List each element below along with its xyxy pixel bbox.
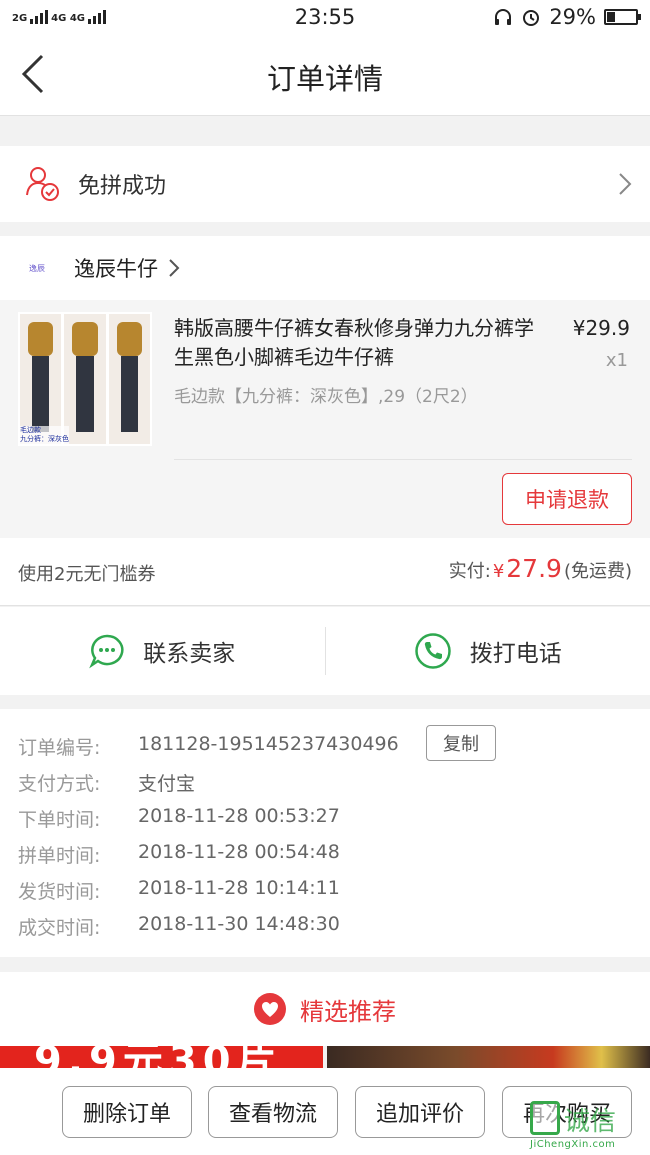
chevron-right-icon [619,173,632,195]
view-logistics-button[interactable]: 查看物流 [208,1086,338,1138]
info-key: 支付方式: [18,773,101,795]
refund-button[interactable]: 申请退款 [502,473,632,525]
status-bar: 2G 4G 4G 23:55 29% [0,0,650,34]
product-title: 韩版高腰牛仔裤女春秋修身弹力九分裤学生黑色小脚裤毛边牛仔裤 [174,316,534,369]
info-row: 发货时间: 2018-11-28 10:14:11 [0,871,650,907]
banner-text: 9.9元30片 [34,1046,283,1068]
recommend-banner[interactable]: 9.9元30片 [0,1046,323,1068]
delete-order-button[interactable]: 删除订单 [62,1086,192,1138]
info-row: 下单时间: 2018-11-28 00:53:27 [0,799,650,835]
divider [174,459,632,460]
chevron-right-icon [169,259,180,277]
info-key: 拼单时间: [18,845,101,867]
network-2g-label: 2G [12,13,28,24]
copy-button[interactable]: 复制 [426,725,496,761]
contact-seller-label: 联系卖家 [143,641,236,667]
info-value: 2018-11-28 00:53:27 [138,805,340,827]
bottom-action-bar: 删除订单 查看物流 追加评价 再次购买 [0,1068,650,1155]
coupon-text: 使用2元无门槛券 [18,564,156,585]
paid-amount: 实付: ¥ 27.9 (免运费) [449,554,632,583]
order-status-row[interactable]: 免拼成功 [0,146,650,222]
product-item[interactable]: 毛边款 九分裤：深灰色 韩版高腰牛仔裤女春秋修身弹力九分裤学生黑色小脚裤毛边牛仔裤… [0,300,650,538]
signal-icon-2 [88,10,106,24]
recommend-header: 精选推荐 [0,972,650,1046]
chat-icon [89,634,124,669]
buy-again-button[interactable]: 再次购买 [502,1086,632,1138]
signal-icon [30,10,49,24]
group-success-icon [26,167,59,201]
info-row: 订单编号: 181128-195145237430496 复制 [0,725,650,763]
shop-row[interactable]: 逸辰 逸辰牛仔 [0,236,650,300]
paid-value: 27.9 [506,554,562,583]
recommend-banner-image[interactable] [327,1046,650,1068]
info-value: 2018-11-28 00:54:48 [138,841,340,863]
payment-summary: 使用2元无门槛券 实付: ¥ 27.9 (免运费) [0,538,650,606]
info-key: 成交时间: [18,917,101,939]
info-value: 支付宝 [138,773,196,795]
heart-icon [254,993,286,1025]
order-info: 订单编号: 181128-195145237430496 复制 支付方式: 支付… [0,709,650,957]
signal-area: 2G 4G 4G [12,10,106,24]
product-price: ¥29.9 [572,316,630,340]
shipping-note: (免运费) [563,561,632,582]
recommend-banners[interactable]: 9.9元30片 [0,1046,650,1068]
phone-icon [415,633,451,669]
page-title: 订单详情 [266,62,383,96]
add-review-button[interactable]: 追加评价 [355,1086,485,1138]
battery-icon [604,9,641,25]
info-key: 发货时间: [18,881,101,903]
product-quantity: x1 [605,350,628,371]
call-button[interactable]: 拨打电话 [326,607,650,695]
contact-row: 联系卖家 拨打电话 [0,607,650,695]
headphone-icon [495,9,512,25]
info-row: 拼单时间: 2018-11-28 00:54:48 [0,835,650,871]
product-spec: 毛边款【九分裤：深灰色】,29（2尺2） [174,387,478,407]
contact-seller-button[interactable]: 联系卖家 [0,607,325,695]
call-label: 拨打电话 [469,641,562,667]
thumbnail-caption: 毛边款 九分裤：深灰色 [20,426,69,444]
header: 订单详情 [0,34,650,116]
info-row: 成交时间: 2018-11-30 14:48:30 [0,907,650,943]
product-thumbnail[interactable]: 毛边款 九分裤：深灰色 [18,312,152,446]
info-value: 2018-11-28 10:14:11 [138,877,340,899]
info-key: 下单时间: [18,809,101,831]
order-status-text: 免拼成功 [78,174,167,199]
paid-label: 实付: [448,561,491,582]
info-value: 2018-11-30 14:48:30 [138,913,340,935]
info-key: 订单编号: [18,737,101,759]
shop-logo: 逸辰 [29,263,45,273]
shop-name: 逸辰牛仔 [74,257,158,281]
battery-percent: 29% [549,5,596,29]
order-number: 181128-195145237430496 [138,733,399,755]
info-row: 支付方式: 支付宝 [0,763,650,799]
currency-symbol: ¥ [492,561,505,582]
network-4g-label: 4G 4G [51,13,85,24]
recommend-title: 精选推荐 [300,997,396,1026]
alarm-icon [523,10,540,26]
